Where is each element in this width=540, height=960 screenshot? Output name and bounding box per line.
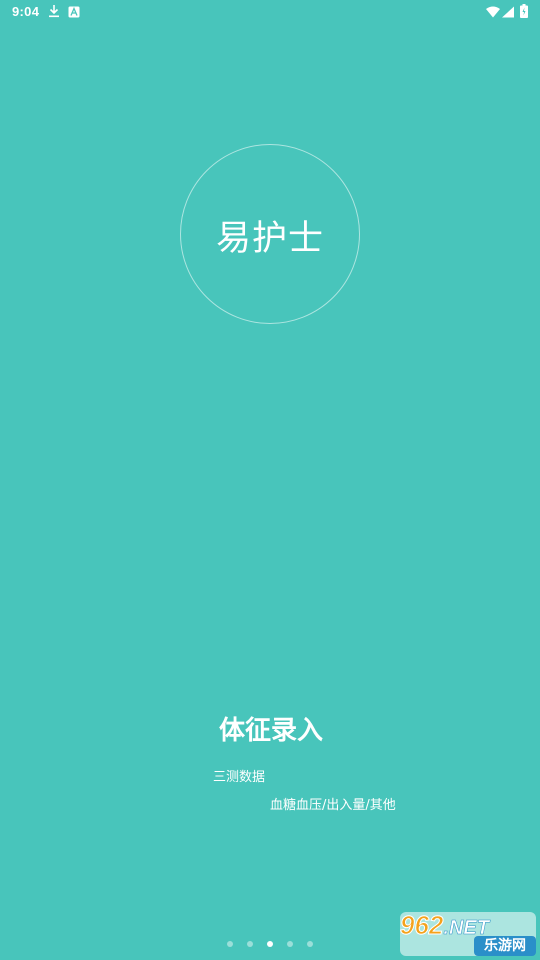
page-dot[interactable] xyxy=(287,941,293,947)
status-bar: 9:04 xyxy=(0,0,540,24)
feature-description-line2: 血糖血压/出入量/其他 xyxy=(270,798,396,813)
watermark-number: 962 xyxy=(399,910,444,941)
page-dot-active[interactable] xyxy=(267,941,273,947)
a-notification-icon xyxy=(68,6,80,18)
splash-screen: 9:04 易护士 体征录入 三测数据 血糖血压/出入量/其他 962.NET 乐… xyxy=(0,0,540,960)
signal-icon xyxy=(502,6,514,18)
site-watermark: 962.NET 乐游网 xyxy=(399,910,536,956)
download-icon xyxy=(49,5,59,18)
page-dot[interactable] xyxy=(307,941,313,947)
page-indicator xyxy=(227,941,317,949)
battery-icon xyxy=(520,4,528,18)
watermark-subtitle: 乐游网 xyxy=(474,936,536,956)
app-name: 易护士 xyxy=(215,218,324,259)
feature-description-line1: 三测数据 xyxy=(213,770,266,785)
feature-title: 体征录入 xyxy=(218,716,323,746)
page-dot[interactable] xyxy=(227,941,233,947)
page-dot[interactable] xyxy=(247,941,253,947)
app-logo: 易护士 xyxy=(180,144,360,324)
wifi-icon xyxy=(486,6,500,18)
status-time: 9:04 xyxy=(12,4,40,19)
